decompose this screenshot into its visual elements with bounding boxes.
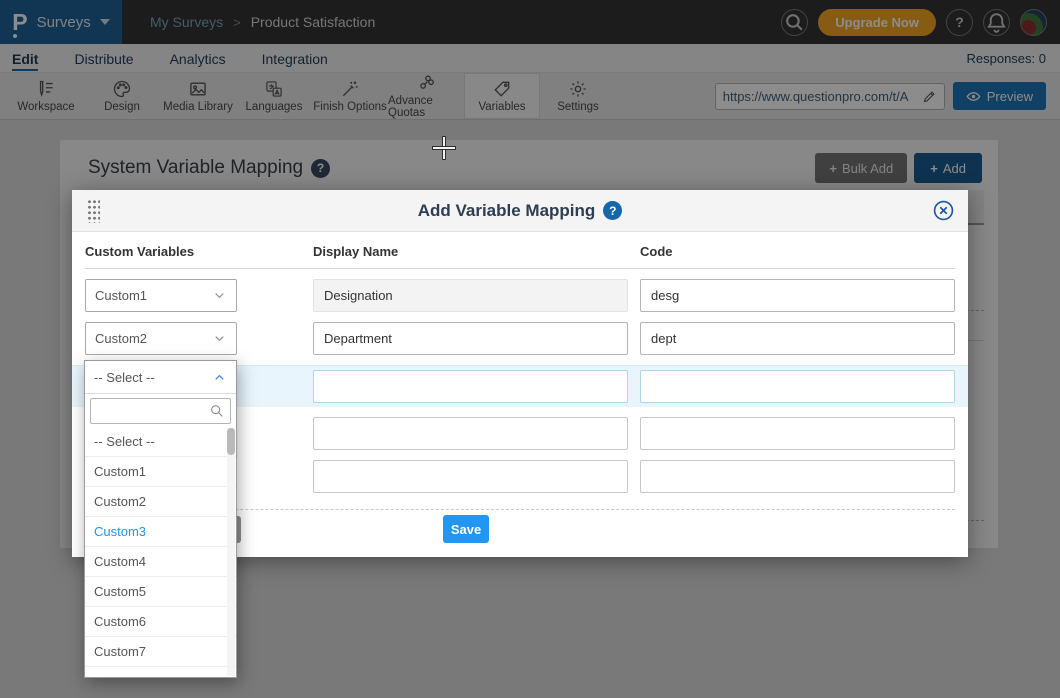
dropdown-option-custom5[interactable]: Custom5 (85, 577, 236, 607)
display-name-input-5[interactable] (313, 460, 628, 493)
modal-help-icon[interactable]: ? (603, 201, 622, 220)
dropdown-scrollbar-thumb[interactable] (227, 428, 235, 455)
table-column-headers: Custom Variables Display Name Code (85, 244, 955, 269)
column-display-name: Display Name (313, 244, 628, 259)
chevron-up-icon (212, 370, 227, 385)
mapping-row-2: Custom2 (85, 322, 955, 355)
modal-title-wrap: Add Variable Mapping ? (72, 201, 968, 221)
code-input-2[interactable] (640, 322, 955, 355)
dropdown-scrollbar-track[interactable] (227, 428, 235, 676)
chevron-down-icon (212, 331, 227, 346)
column-code: Code (640, 244, 955, 259)
close-icon[interactable] (932, 199, 955, 222)
search-icon (209, 403, 225, 419)
dropdown-selected[interactable]: -- Select -- (85, 361, 236, 394)
column-custom-variables: Custom Variables (85, 244, 237, 259)
dropdown-option-list: -- Select -- Custom1 Custom2 Custom3 Cus… (85, 427, 236, 677)
mapping-row-1: Custom1 (85, 279, 955, 312)
display-name-input-3[interactable] (313, 370, 628, 403)
custom-variable-dropdown: -- Select -- -- Select -- Custom1 Custom… (84, 360, 237, 678)
display-name-input-2[interactable] (313, 322, 628, 355)
save-button[interactable]: Save (443, 515, 489, 543)
dropdown-option-custom4[interactable]: Custom4 (85, 547, 236, 577)
display-name-input-4[interactable] (313, 417, 628, 450)
drag-handle-icon[interactable] (86, 198, 100, 223)
code-input-3[interactable] (640, 370, 955, 403)
dropdown-option-custom2[interactable]: Custom2 (85, 487, 236, 517)
code-input-5[interactable] (640, 460, 955, 493)
dropdown-option-custom7[interactable]: Custom7 (85, 637, 236, 667)
chevron-down-icon (212, 288, 227, 303)
code-input-1[interactable] (640, 279, 955, 312)
dropdown-option-custom1[interactable]: Custom1 (85, 457, 236, 487)
custom-variable-select-2[interactable]: Custom2 (85, 322, 237, 355)
custom-variable-select-1[interactable]: Custom1 (85, 279, 237, 312)
dropdown-option-select[interactable]: -- Select -- (85, 427, 236, 457)
modal-title: Add Variable Mapping (418, 201, 596, 221)
code-input-4[interactable] (640, 417, 955, 450)
dropdown-search-wrap (85, 394, 236, 427)
dropdown-option-custom3[interactable]: Custom3 (85, 517, 236, 547)
display-name-input-1[interactable] (313, 279, 628, 312)
questionpro-app: P Surveys My Surveys > Product Satisfact… (0, 0, 1060, 698)
modal-header: Add Variable Mapping ? (72, 190, 968, 232)
dropdown-option-custom6[interactable]: Custom6 (85, 607, 236, 637)
